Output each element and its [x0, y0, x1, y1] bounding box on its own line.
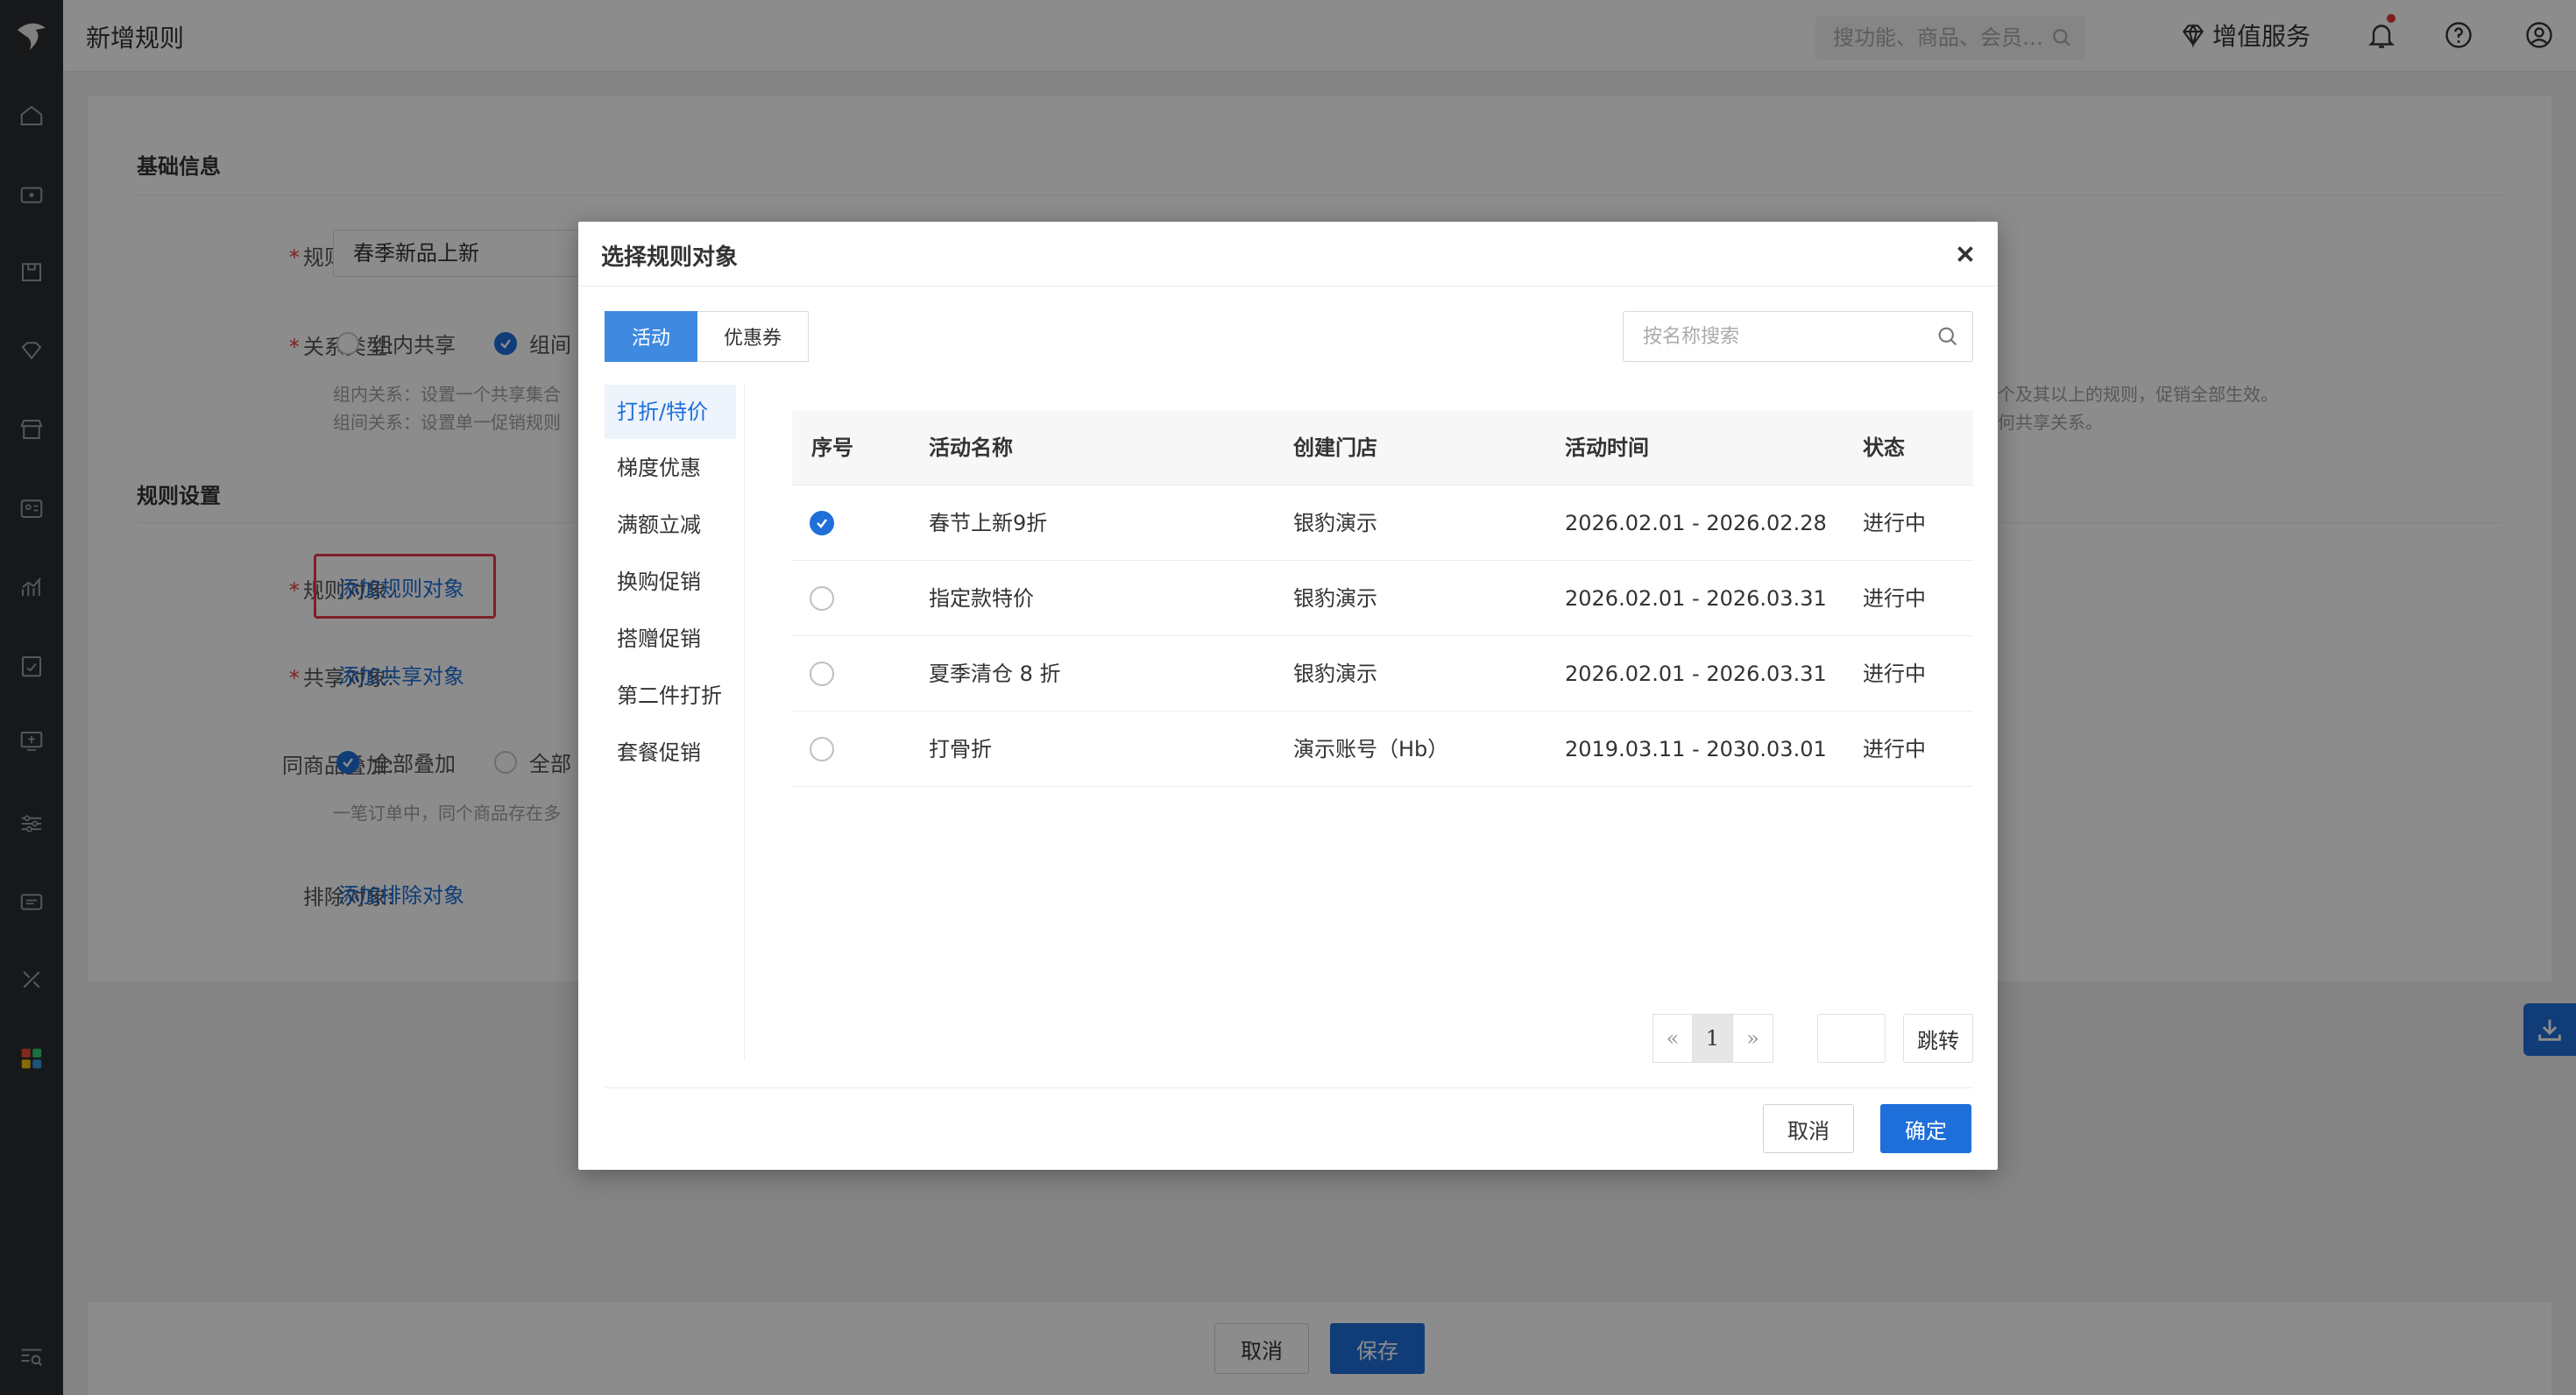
radio-icon[interactable] — [810, 586, 834, 611]
category-gift[interactable]: 搭赠促销 — [605, 612, 736, 666]
category-discount[interactable]: 打折/特价 — [605, 385, 736, 439]
page-jump-input[interactable] — [1817, 1014, 1886, 1063]
radio-icon[interactable] — [810, 662, 834, 686]
category-list: 打折/特价 梯度优惠 满额立减 换购促销 搭赠促销 第二件打折 套餐促销 — [605, 385, 745, 1059]
dialog-title: 选择规则对象 — [601, 244, 739, 271]
name-search[interactable] — [1623, 311, 1973, 362]
activity-store: 银豹演示 — [1293, 662, 1377, 686]
table-row[interactable]: 春节上新9折 银豹演示 2026.02.01 - 2026.02.28 进行中 — [792, 485, 1973, 561]
object-type-tabs: 活动 优惠券 — [605, 311, 810, 362]
column-name: 活动名称 — [929, 435, 1013, 460]
activity-time: 2026.02.01 - 2026.03.31 — [1565, 586, 1827, 611]
category-bundle[interactable]: 套餐促销 — [605, 726, 736, 780]
activity-store: 演示账号（Hb） — [1293, 737, 1449, 761]
pagination: « 1 » — [1652, 1014, 1773, 1063]
activity-name: 打骨折 — [929, 737, 992, 761]
activity-name: 春节上新9折 — [929, 511, 1048, 535]
activity-name: 夏季清仓 8 折 — [929, 662, 1061, 686]
table-row[interactable]: 打骨折 演示账号（Hb） 2019.03.11 - 2030.03.01 进行中 — [792, 712, 1973, 787]
column-index: 序号 — [811, 435, 853, 460]
next-page-button[interactable]: » — [1733, 1014, 1773, 1063]
dialog-confirm-button[interactable]: 确定 — [1880, 1104, 1971, 1153]
table-row[interactable]: 指定款特价 银豹演示 2026.02.01 - 2026.03.31 进行中 — [792, 561, 1973, 636]
activity-time: 2019.03.11 - 2030.03.01 — [1565, 737, 1827, 761]
search-icon[interactable] — [1936, 324, 1960, 349]
activity-time: 2026.02.01 - 2026.02.28 — [1565, 511, 1827, 535]
table-row[interactable]: 夏季清仓 8 折 银豹演示 2026.02.01 - 2026.03.31 进行… — [792, 636, 1973, 712]
activity-store: 银豹演示 — [1293, 586, 1377, 611]
tab-coupon[interactable]: 优惠券 — [697, 311, 810, 362]
activity-time: 2026.02.01 - 2026.03.31 — [1565, 662, 1827, 686]
prev-page-button[interactable]: « — [1652, 1014, 1693, 1063]
category-second-item[interactable]: 第二件打折 — [605, 669, 736, 723]
category-exchange[interactable]: 换购促销 — [605, 555, 736, 609]
column-store: 创建门店 — [1293, 435, 1377, 460]
activity-store: 银豹演示 — [1293, 511, 1377, 535]
radio-checked-icon[interactable] — [810, 511, 834, 535]
column-time: 活动时间 — [1565, 435, 1649, 460]
page-jump-button[interactable]: 跳转 — [1903, 1014, 1973, 1063]
category-tiered[interactable]: 梯度优惠 — [605, 441, 736, 495]
activity-status: 进行中 — [1863, 737, 1926, 761]
divider — [605, 1087, 1973, 1088]
dialog-header: 选择规则对象 — [578, 222, 1998, 287]
tab-activity[interactable]: 活动 — [605, 311, 698, 362]
activity-name: 指定款特价 — [929, 586, 1034, 611]
activity-status: 进行中 — [1863, 511, 1926, 535]
radio-icon[interactable] — [810, 737, 834, 761]
activity-status: 进行中 — [1863, 662, 1926, 686]
close-icon[interactable] — [1952, 241, 1978, 267]
name-search-input[interactable] — [1643, 312, 1923, 361]
category-full-reduction[interactable]: 满额立减 — [605, 498, 736, 552]
select-rule-object-dialog: 选择规则对象 活动 优惠券 打折/特价 梯度优惠 满额立减 换购促销 搭赠促销 … — [578, 222, 1998, 1170]
page-1-button[interactable]: 1 — [1693, 1014, 1733, 1063]
dialog-cancel-button[interactable]: 取消 — [1763, 1104, 1854, 1153]
activity-status: 进行中 — [1863, 586, 1926, 611]
table-header: 序号 活动名称 创建门店 活动时间 状态 — [792, 410, 1973, 485]
column-status: 状态 — [1863, 435, 1905, 460]
